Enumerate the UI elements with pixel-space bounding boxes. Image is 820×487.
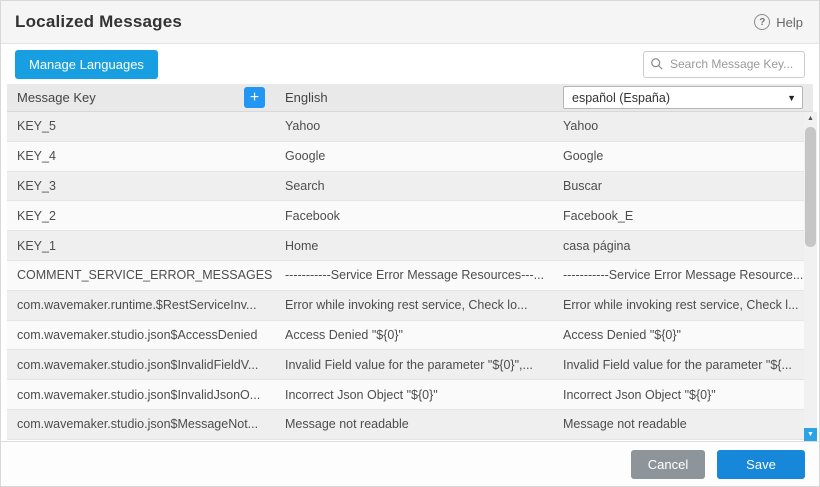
cell-translation[interactable]: Access Denied "${0}": [553, 328, 813, 342]
cell-message-key[interactable]: COMMENT_SERVICE_ERROR_MESSAGES: [7, 268, 275, 282]
table-row[interactable]: KEY_2 Facebook Facebook_E: [7, 201, 813, 231]
scrollbar-thumb[interactable]: [805, 127, 816, 247]
cell-message-key[interactable]: com.wavemaker.studio.json$MessageNot...: [7, 417, 275, 431]
table-row[interactable]: KEY_4 Google Google: [7, 142, 813, 172]
table-row[interactable]: KEY_3 Search Buscar: [7, 172, 813, 202]
cell-translation[interactable]: -----------Service Error Message Resourc…: [553, 268, 813, 282]
vertical-scrollbar[interactable]: ▲ ▼: [804, 112, 817, 441]
cell-message-key[interactable]: KEY_1: [7, 239, 275, 253]
english-header-label: English: [285, 90, 328, 105]
cell-translation[interactable]: Google: [553, 149, 813, 163]
cell-translation[interactable]: Facebook_E: [553, 209, 813, 223]
help-link[interactable]: ? Help: [754, 14, 803, 30]
table-row[interactable]: com.wavemaker.studio.json$MessageNot... …: [7, 410, 813, 440]
cancel-button[interactable]: Cancel: [631, 450, 705, 479]
cell-english[interactable]: Home: [275, 239, 553, 253]
cell-message-key[interactable]: com.wavemaker.studio.json$AccessDenied: [7, 328, 275, 342]
cell-english[interactable]: Facebook: [275, 209, 553, 223]
toolbar: Manage Languages: [1, 44, 819, 84]
scroll-up-icon[interactable]: ▲: [804, 112, 817, 126]
cell-message-key[interactable]: KEY_4: [7, 149, 275, 163]
title-bar: Localized Messages ? Help: [1, 1, 819, 44]
column-header-message-key: Message Key +: [7, 87, 275, 108]
cell-english[interactable]: Incorrect Json Object "${0}": [275, 388, 553, 402]
table-row[interactable]: com.wavemaker.studio.json$InvalidFieldV.…: [7, 350, 813, 380]
cell-english[interactable]: Google: [275, 149, 553, 163]
cell-translation[interactable]: Buscar: [553, 179, 813, 193]
language-select[interactable]: español (España) ▼: [563, 86, 803, 109]
column-header-english: English: [275, 90, 553, 105]
cell-english[interactable]: Search: [275, 179, 553, 193]
table-row[interactable]: KEY_5 Yahoo Yahoo: [7, 112, 813, 142]
cell-message-key[interactable]: com.wavemaker.runtime.$RestServiceInv...: [7, 298, 275, 312]
cell-message-key[interactable]: com.wavemaker.studio.json$InvalidFieldV.…: [7, 358, 275, 372]
cell-message-key[interactable]: KEY_3: [7, 179, 275, 193]
manage-languages-button[interactable]: Manage Languages: [15, 50, 158, 79]
cell-english[interactable]: Invalid Field value for the parameter "$…: [275, 358, 553, 372]
table-row[interactable]: com.wavemaker.runtime.$RestServiceInv...…: [7, 291, 813, 321]
cell-english[interactable]: -----------Service Error Message Resourc…: [275, 268, 553, 282]
add-message-key-button[interactable]: +: [244, 87, 265, 108]
cell-translation[interactable]: Invalid Field value for the parameter "$…: [553, 358, 813, 372]
page-title: Localized Messages: [15, 12, 182, 32]
column-header-language: español (España) ▼: [553, 86, 813, 109]
cell-message-key[interactable]: KEY_5: [7, 119, 275, 133]
table-row[interactable]: KEY_1 Home casa página: [7, 231, 813, 261]
cell-translation[interactable]: Yahoo: [553, 119, 813, 133]
cell-translation[interactable]: Error while invoking rest service, Check…: [553, 298, 813, 312]
table-body: KEY_5 Yahoo Yahoo KEY_4 Google Google KE…: [7, 112, 813, 441]
cell-message-key[interactable]: KEY_2: [7, 209, 275, 223]
cell-translation[interactable]: casa página: [553, 239, 813, 253]
message-key-header-label: Message Key: [17, 90, 96, 105]
cell-english[interactable]: Message not readable: [275, 417, 553, 431]
cell-english[interactable]: Access Denied "${0}": [275, 328, 553, 342]
search-input[interactable]: [643, 51, 805, 78]
language-select-value: español (España): [572, 91, 670, 105]
localized-messages-dialog: Localized Messages ? Help Manage Languag…: [0, 0, 820, 487]
cell-english[interactable]: Yahoo: [275, 119, 553, 133]
table-header-row: Message Key + English español (España) ▼: [7, 84, 813, 112]
scroll-down-icon[interactable]: ▼: [804, 428, 817, 441]
cell-translation[interactable]: Message not readable: [553, 417, 813, 431]
save-button[interactable]: Save: [717, 450, 805, 479]
chevron-down-icon: ▼: [787, 93, 796, 103]
help-label: Help: [776, 15, 803, 30]
table-row[interactable]: com.wavemaker.studio.json$InvalidJsonO..…: [7, 380, 813, 410]
messages-table: Message Key + English español (España) ▼…: [1, 84, 819, 441]
cell-english[interactable]: Error while invoking rest service, Check…: [275, 298, 553, 312]
help-icon: ?: [754, 14, 770, 30]
table-row[interactable]: COMMENT_SERVICE_ERROR_MESSAGES ---------…: [7, 261, 813, 291]
table-row[interactable]: com.wavemaker.studio.json$AccessDenied A…: [7, 321, 813, 351]
search-box: [643, 51, 805, 78]
footer-action-bar: Cancel Save: [1, 441, 819, 486]
cell-message-key[interactable]: com.wavemaker.studio.json$InvalidJsonO..…: [7, 388, 275, 402]
search-icon: [650, 57, 664, 71]
cell-translation[interactable]: Incorrect Json Object "${0}": [553, 388, 813, 402]
